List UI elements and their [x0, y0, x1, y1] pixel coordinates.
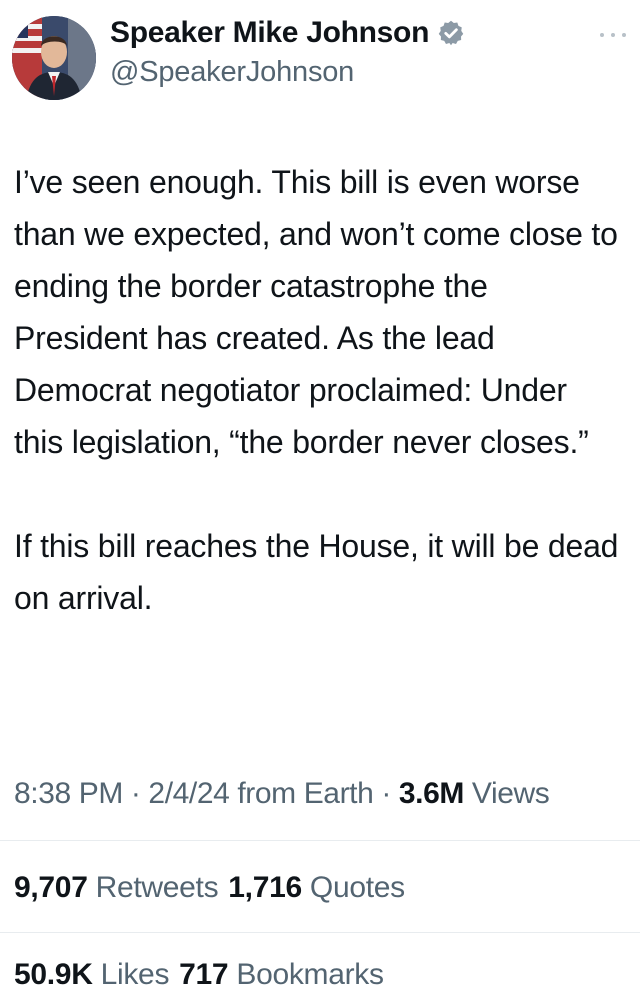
- tweet-meta: 8:38 PM · 2/4/24 from Earth · 3.6M Views: [14, 777, 640, 811]
- retweets-stat[interactable]: 9,707 Retweets: [14, 871, 219, 904]
- quotes-label: Quotes: [309, 871, 405, 904]
- bookmarks-count: 717: [179, 958, 229, 991]
- tweet-header: Speaker Mike Johnson @SpeakerJohnson: [12, 12, 628, 102]
- likes-label: Likes: [100, 958, 170, 991]
- engagement-row-likes: 50.9K Likes 717 Bookmarks: [14, 958, 630, 992]
- verified-badge-icon[interactable]: [437, 19, 465, 47]
- tweet-date[interactable]: 2/4/24: [148, 777, 229, 810]
- tweet-source: from Earth: [229, 777, 374, 810]
- avatar[interactable]: [12, 16, 96, 100]
- meta-separator: ·: [122, 777, 149, 810]
- views-count[interactable]: 3.6M: [399, 777, 465, 810]
- avatar-image: [12, 16, 96, 100]
- retweets-count: 9,707: [14, 871, 88, 904]
- quotes-count: 1,716: [228, 871, 302, 904]
- meta-separator: ·: [373, 777, 399, 810]
- likes-stat[interactable]: 50.9K Likes: [14, 958, 169, 991]
- divider: [0, 840, 640, 841]
- divider: [0, 932, 640, 933]
- tweet-time[interactable]: 8:38 PM: [14, 777, 123, 810]
- likes-count: 50.9K: [14, 958, 93, 991]
- display-name[interactable]: Speaker Mike Johnson: [110, 16, 429, 50]
- more-dot-icon: [611, 33, 615, 37]
- author-handle[interactable]: @SpeakerJohnson: [110, 56, 465, 89]
- more-dot-icon: [600, 33, 604, 37]
- tweet-text: I’ve seen enough. This bill is even wors…: [14, 156, 624, 624]
- more-options-icon[interactable]: [600, 30, 626, 40]
- tweet-paragraph: I’ve seen enough. This bill is even wors…: [14, 164, 618, 460]
- quotes-stat[interactable]: 1,716 Quotes: [228, 871, 405, 904]
- bookmarks-label: Bookmarks: [236, 958, 384, 991]
- tweet-paragraph: If this bill reaches the House, it will …: [14, 528, 619, 616]
- retweets-label: Retweets: [95, 871, 219, 904]
- more-dot-icon: [622, 33, 626, 37]
- bookmarks-stat[interactable]: 717 Bookmarks: [179, 958, 384, 991]
- tweet-detail: Speaker Mike Johnson @SpeakerJohnson I’v…: [0, 0, 640, 1005]
- author-names: Speaker Mike Johnson @SpeakerJohnson: [110, 14, 465, 89]
- engagement-row-reposts: 9,707 Retweets 1,716 Quotes: [14, 871, 630, 905]
- views-label: Views: [463, 777, 550, 810]
- display-name-row: Speaker Mike Johnson: [110, 14, 465, 52]
